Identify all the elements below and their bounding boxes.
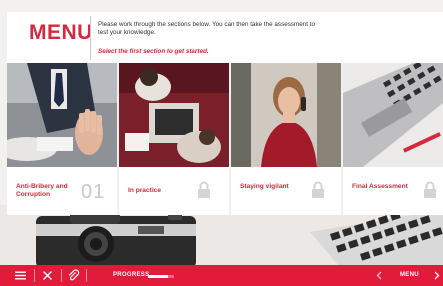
intro-text: Please work through the sections below. … [98, 21, 316, 36]
section-card-final-assessment[interactable]: Final Assessment [343, 63, 443, 215]
progress-bar [148, 274, 174, 278]
paperclip-icon[interactable] [67, 269, 80, 282]
woman-phone-photo [231, 63, 341, 167]
lock-icon [198, 181, 210, 198]
header-divider [90, 16, 91, 60]
section-label: Anti-Bribery and Corruption [16, 183, 68, 198]
chevron-left-icon[interactable] [373, 269, 386, 282]
lock-icon [424, 181, 436, 198]
toolbar-separator [34, 269, 35, 282]
camera-image [36, 210, 196, 265]
chevron-right-icon[interactable] [430, 269, 443, 282]
toolbar-separator [61, 269, 62, 282]
laptop-photo [343, 63, 443, 167]
toolbar-separator [86, 269, 87, 282]
section-number: 01 [81, 181, 106, 203]
start-prompt: Select the first section to get started. [98, 48, 209, 55]
section-label: In practice [128, 187, 161, 194]
meeting-photo [119, 63, 229, 167]
section-card-staying-vigilant[interactable]: Staying vigilant [231, 63, 341, 215]
keyboard-image [310, 212, 443, 267]
page-title: MENU [29, 21, 93, 44]
section-card-in-practice[interactable]: In practice [119, 63, 229, 215]
lock-icon [312, 181, 324, 198]
section-label: Final Assessment [352, 183, 408, 190]
hamburger-menu-icon[interactable] [14, 269, 27, 282]
close-icon[interactable] [41, 269, 54, 282]
handshake-refusal-photo [7, 63, 117, 167]
menu-button[interactable]: MENU [400, 272, 419, 278]
bottom-nav-bar: PROGRESS MENU [0, 265, 443, 286]
course-menu-screen: MENU Please work through the sections be… [0, 0, 443, 286]
progress-label: PROGRESS [113, 272, 150, 278]
section-card-anti-bribery[interactable]: Anti-Bribery and Corruption 01 [7, 63, 117, 215]
progress-fill [148, 274, 168, 278]
section-label: Staying vigilant [240, 183, 289, 190]
menu-header: MENU Please work through the sections be… [7, 12, 443, 64]
